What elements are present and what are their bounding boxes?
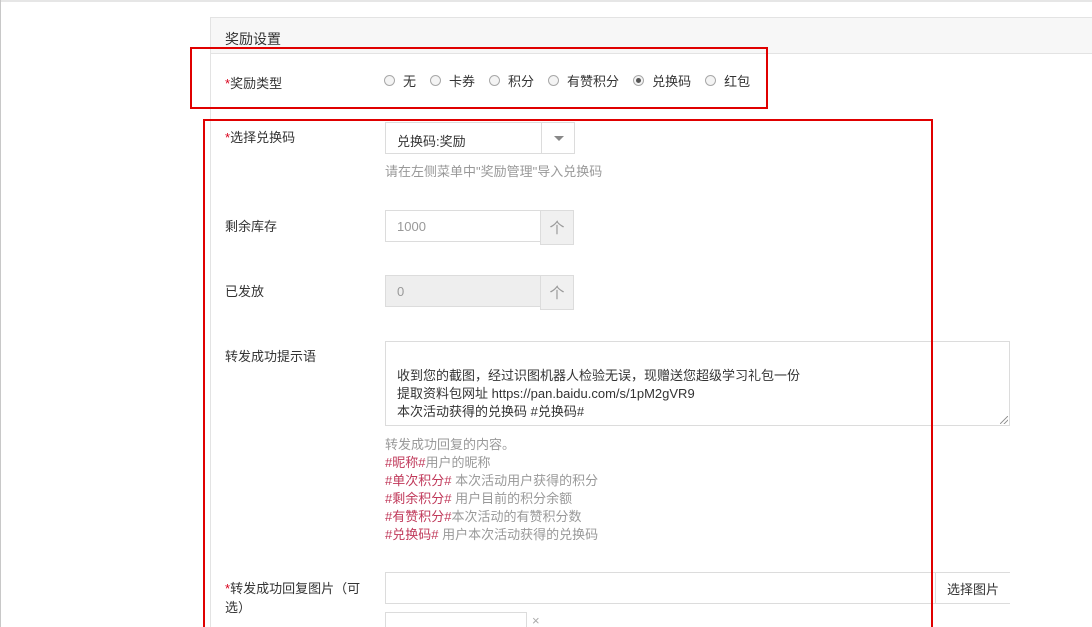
left-divider xyxy=(0,0,1,627)
success-message-label: 转发成功提示语 xyxy=(225,349,317,364)
radio-option-points[interactable]: 积分 xyxy=(489,71,534,90)
issued-label: 已发放 xyxy=(225,284,265,299)
stock-number-input: 1000 个 xyxy=(385,210,574,245)
variable-item: #剩余积分# 用户目前的积分余额 xyxy=(385,491,573,506)
image-thumbnail xyxy=(385,612,527,627)
up-arrow-icon: 个 xyxy=(549,220,565,237)
reply-image-label: *转发成功回复图片（可 选） xyxy=(225,581,361,615)
top-edge xyxy=(0,0,1092,2)
panel-header: 奖励设置 xyxy=(211,18,1092,54)
select-code-help: 请在左侧菜单中"奖励管理"导入兑换码 xyxy=(385,164,603,179)
reward-type-radio-group: 无 卡券 积分 有赞积分 兑换码 红包 xyxy=(384,70,764,90)
radio-option-none[interactable]: 无 xyxy=(384,71,416,90)
variable-item: #单次积分# 本次活动用户获得的积分 xyxy=(385,473,599,488)
select-value: 兑换码:奖励 xyxy=(397,134,466,149)
variable-item: #兑换码# 用户本次活动获得的兑换码 xyxy=(385,527,599,542)
reward-type-label: *奖励类型 xyxy=(225,76,283,91)
stock-field[interactable]: 1000 xyxy=(385,210,541,242)
variable-item: #有赞积分#本次活动的有赞积分数 xyxy=(385,509,582,524)
radio-circle-icon xyxy=(489,74,501,86)
help-line: 转发成功回复的内容。 xyxy=(385,437,516,452)
radio-option-coupon[interactable]: 卡券 xyxy=(430,71,475,90)
stock-increment-button[interactable]: 个 xyxy=(540,210,574,245)
panel-title: 奖励设置 xyxy=(225,31,281,47)
radio-option-red-packet[interactable]: 红包 xyxy=(705,71,750,90)
radio-circle-icon xyxy=(430,74,442,86)
redeem-code-select[interactable]: 兑换码:奖励 xyxy=(385,122,575,154)
reply-image-input[interactable]: 选择图片 xyxy=(385,572,1010,604)
radio-checked-icon xyxy=(633,74,645,86)
issued-number-input: 0 个 xyxy=(385,275,574,310)
radio-option-youzan-points[interactable]: 有赞积分 xyxy=(548,71,619,90)
variable-item: #昵称#用户的昵称 xyxy=(385,455,491,470)
resize-grip-icon[interactable] xyxy=(1000,416,1008,424)
chevron-down-icon[interactable] xyxy=(554,136,564,141)
textarea-content: 收到您的截图，经过识图机器人检验无误，现赠送您超级学习礼包一份 提取资料包网址 … xyxy=(397,368,801,419)
issued-increment-button: 个 xyxy=(540,275,574,310)
reward-settings-panel: 奖励设置 xyxy=(210,17,1092,627)
up-arrow-icon: 个 xyxy=(549,285,565,302)
choose-image-button[interactable]: 选择图片 xyxy=(935,573,1010,603)
radio-circle-icon xyxy=(384,74,395,86)
variables-help: 转发成功回复的内容。 #昵称#用户的昵称 #单次积分# 本次活动用户获得的积分 … xyxy=(385,436,598,544)
radio-option-redeem-code[interactable]: 兑换码 xyxy=(633,71,691,90)
radio-circle-icon xyxy=(705,74,717,86)
issued-field: 0 xyxy=(385,275,541,307)
radio-circle-icon xyxy=(548,74,560,86)
stock-label: 剩余库存 xyxy=(225,219,278,234)
success-message-textarea[interactable]: 收到您的截图，经过识图机器人检验无误，现赠送您超级学习礼包一份 提取资料包网址 … xyxy=(385,341,1010,426)
close-icon[interactable]: × xyxy=(532,613,540,627)
select-divider xyxy=(541,123,542,153)
select-code-label: *选择兑换码 xyxy=(225,130,296,145)
